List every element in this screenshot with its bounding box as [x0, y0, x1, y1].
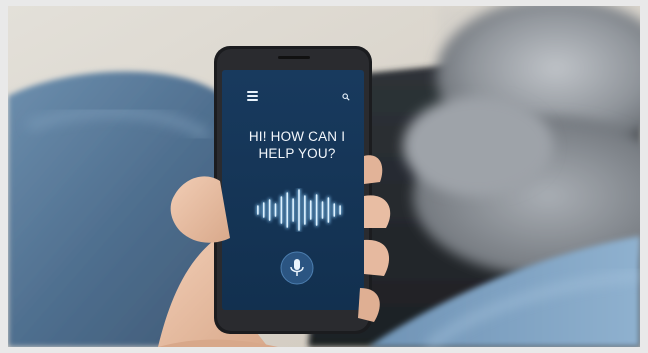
search-icon[interactable] [342, 93, 350, 101]
greeting-line-1: HI! HOW CAN I [248, 129, 346, 144]
voice-waveform-icon [256, 188, 342, 232]
hamburger-menu-icon[interactable] [247, 91, 258, 101]
voice-assistant-screen: HI! HOW CAN I HELP YOU? [230, 76, 364, 304]
microphone-button[interactable] [279, 250, 315, 286]
photo: HI! HOW CAN I HELP YOU? [8, 6, 640, 347]
assistant-greeting: HI! HOW CAN I HELP YOU? [230, 128, 364, 162]
image-frame: HI! HOW CAN I HELP YOU? [0, 0, 648, 353]
greeting-line-2: HELP YOU? [258, 146, 336, 161]
